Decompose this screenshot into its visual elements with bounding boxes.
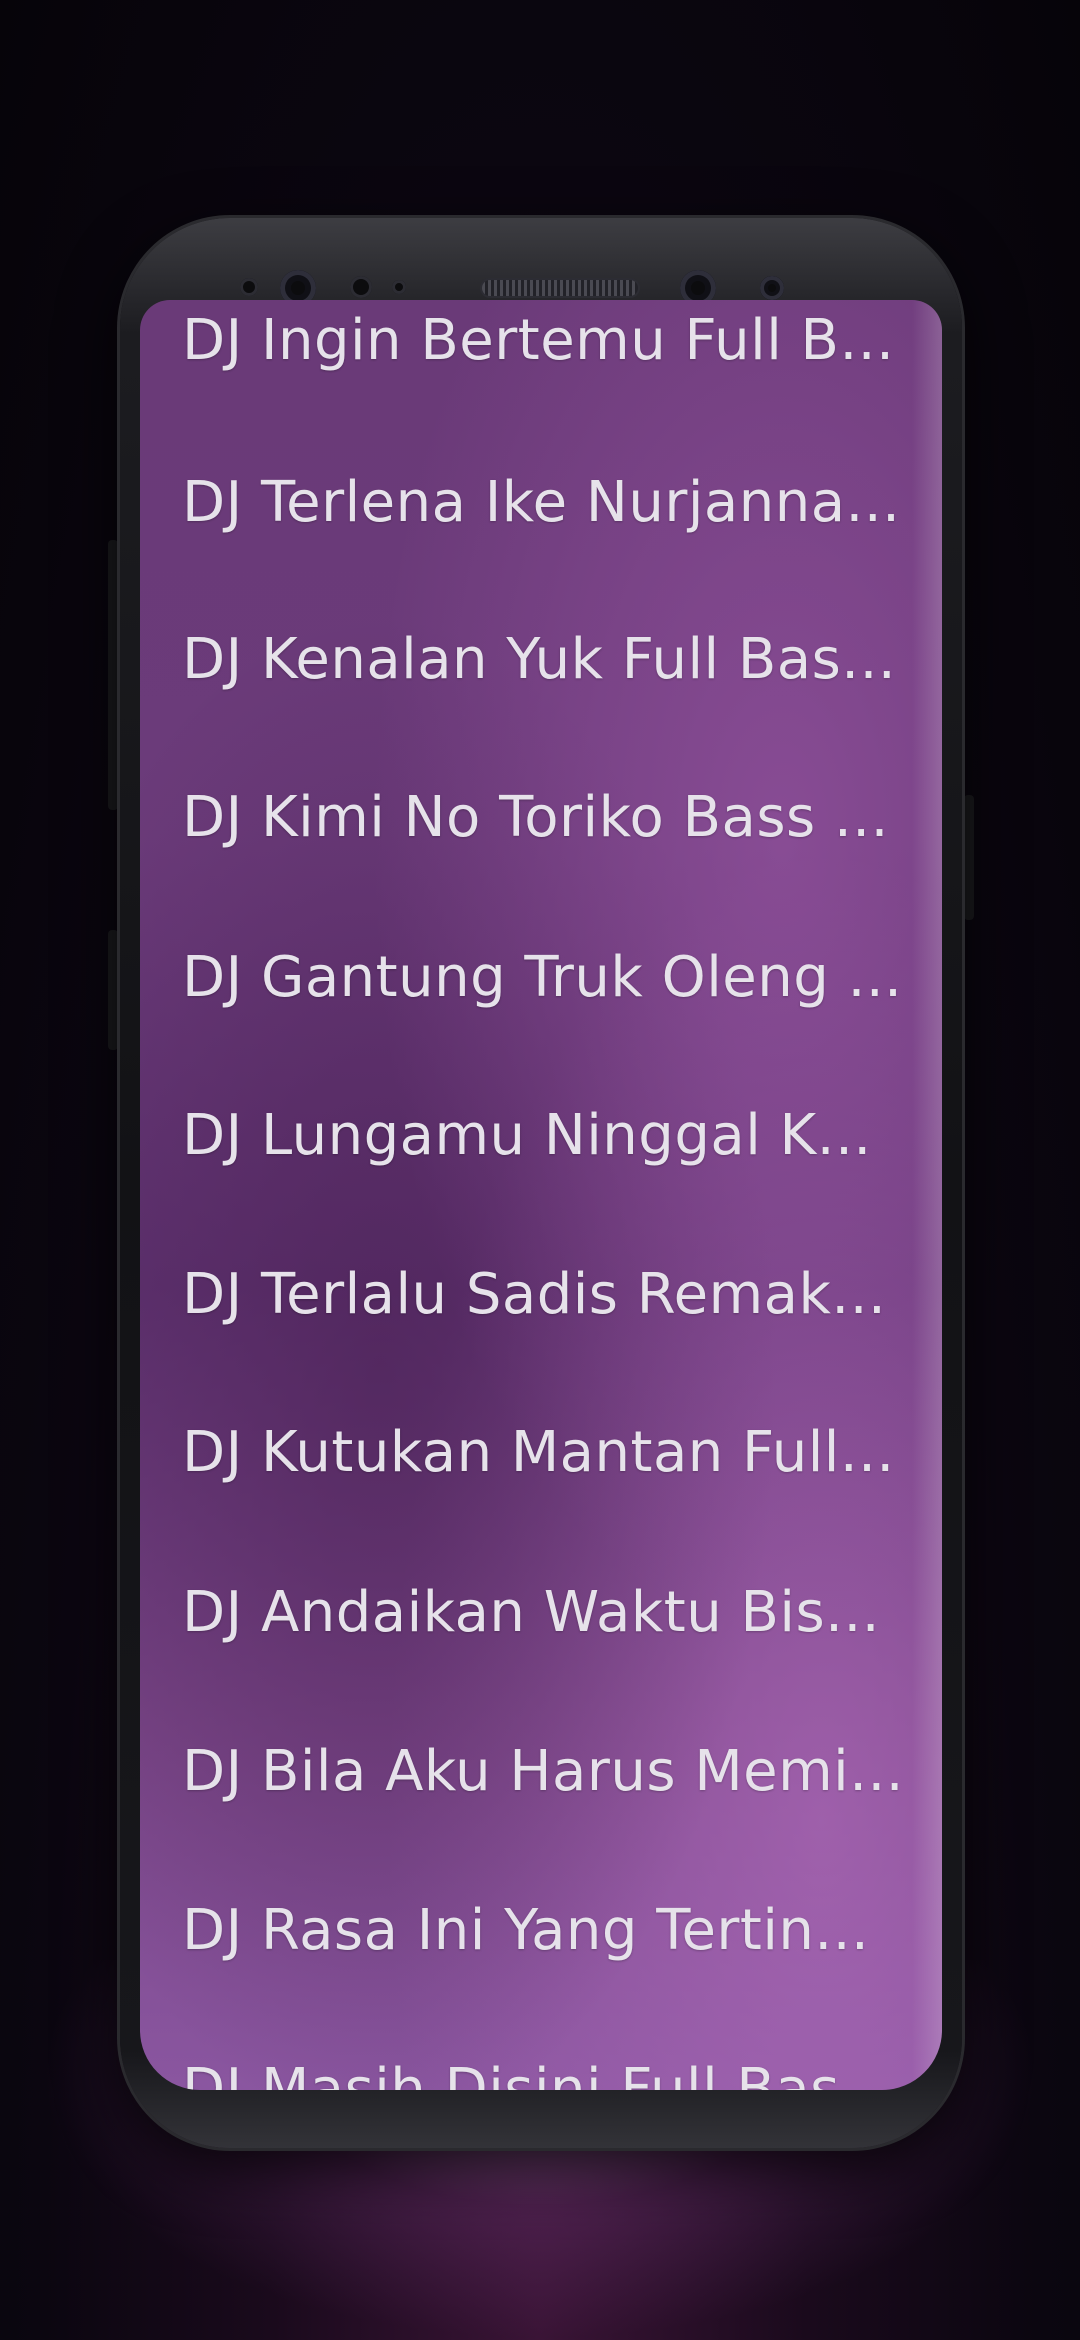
track-item[interactable]: DJ Terlalu Sadis Remak... [182,1250,912,1340]
track-item[interactable]: DJ Lungamu Ninggal K... [182,1091,912,1181]
sensor-dot [392,280,406,294]
sensor-dot [240,278,258,296]
volume-button [108,540,118,810]
track-item[interactable]: DJ Kimi No Toriko Bass ... [182,773,912,863]
track-item[interactable]: DJ Kenalan Yuk Full Bas... [182,615,912,705]
earpiece-speaker [482,280,638,296]
track-item[interactable]: DJ Masih Disini Full Bas... [182,2045,912,2090]
track-item[interactable]: DJ Rasa Ini Yang Tertin... [182,1886,912,1976]
track-list: DJ Ingin Bertemu Full B... DJ Terlena Ik… [140,300,942,2090]
power-button [964,795,974,920]
track-item[interactable]: DJ Andaikan Waktu Bis... [182,1568,912,1658]
bixby-button [108,930,118,1050]
track-item[interactable]: DJ Terlena Ike Nurjanna... [182,458,912,548]
phone-screen: DJ Ingin Bertemu Full B... DJ Terlena Ik… [140,300,942,2090]
sensor-dot [760,276,784,300]
track-item[interactable]: DJ Bila Aku Harus Memi... [182,1727,912,1817]
track-item[interactable]: DJ Ingin Bertemu Full B... [182,300,912,386]
track-item[interactable]: DJ Kutukan Mantan Full... [182,1408,912,1498]
sensor-dot [350,276,372,298]
track-item[interactable]: DJ Gantung Truk Oleng ... [182,933,912,1023]
curved-screen-edge [912,300,942,2090]
